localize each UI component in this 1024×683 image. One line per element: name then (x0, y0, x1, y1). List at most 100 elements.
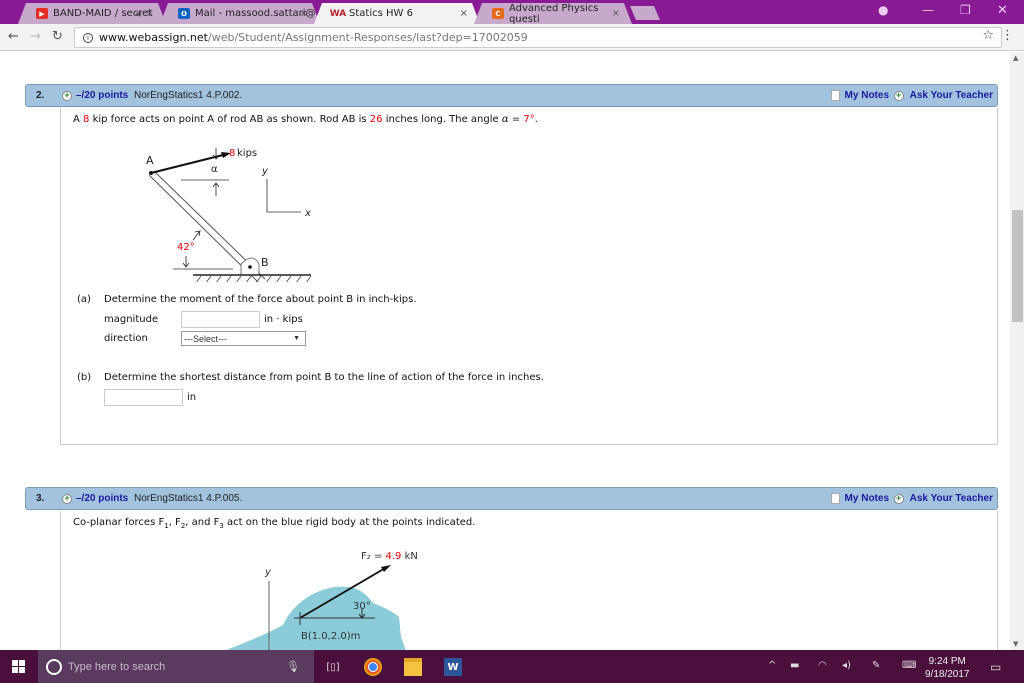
rigid-body-figure: y 30° B(1.0,2.0)m F₂ = 4.9 kN (226, 551, 418, 650)
battery-icon[interactable]: ▬ (790, 660, 799, 671)
forward-icon[interactable]: → (30, 29, 41, 44)
menu-icon[interactable]: ⋮ (1001, 28, 1014, 43)
scrollbar-thumb[interactable] (1012, 210, 1023, 322)
cortana-icon (46, 658, 62, 675)
scroll-down-icon[interactable]: ▼ (1013, 640, 1018, 648)
wifi-icon[interactable]: ◠ (818, 660, 827, 671)
tab-band-maid[interactable]: ▶ BAND-MAID / secret ◂) × (18, 3, 166, 24)
point-a-dot (149, 171, 153, 175)
angle-42-label: 42° (177, 242, 195, 253)
points-link[interactable]: –/20 points (76, 90, 128, 101)
profile-icon[interactable]: ● (878, 3, 888, 17)
force-unit: kips (237, 148, 257, 159)
magnitude-unit: in · kips (264, 314, 303, 325)
browser-toolbar: ← → ↻ i www.webassign.net/web/Student/As… (0, 24, 1024, 51)
clock-time: 9:24 PM (928, 656, 966, 667)
system-clock[interactable]: 9:24 PM 9/18/2017 (925, 655, 970, 681)
expand-plus-icon[interactable]: + (62, 493, 72, 504)
question-statement: A 8 kip force acts on point A of rod AB … (73, 114, 538, 125)
address-bar[interactable]: i www.webassign.net/web/Student/Assignme… (74, 27, 1002, 48)
direction-selected-value: ---Select--- (184, 333, 227, 344)
part-b-label: (b) (77, 372, 92, 383)
reload-icon[interactable]: ↻ (52, 29, 63, 44)
back-icon[interactable]: ← (8, 29, 19, 44)
part-a-text: Determine the moment of the force about … (104, 294, 417, 305)
my-notes-button[interactable]: My Notes (830, 90, 889, 101)
volume-icon[interactable]: ◂) (842, 660, 851, 671)
distance-unit: in (187, 392, 197, 403)
pen-icon[interactable]: ✎ (872, 660, 880, 671)
question-2-header: 2. + –/20 points NorEngStatics1 4.P.002.… (25, 84, 998, 107)
my-notes-label: My Notes (844, 90, 889, 101)
close-tab-icon[interactable]: × (460, 8, 468, 19)
ask-teacher-label: Ask Your Teacher (909, 493, 993, 504)
microphone-icon[interactable]: 🎙 (286, 660, 300, 673)
outlook-icon: O (178, 8, 190, 19)
keyboard-icon[interactable]: ⌨ (902, 660, 916, 671)
new-tab-button[interactable] (630, 6, 660, 20)
search-placeholder: Type here to search (68, 660, 166, 673)
x-axis-label: x (304, 208, 311, 219)
plus-icon: + (893, 493, 904, 504)
close-tab-icon[interactable]: × (146, 8, 154, 19)
action-center-icon[interactable]: ▭ (990, 660, 1001, 674)
ask-teacher-button[interactable]: + Ask Your Teacher (893, 493, 993, 504)
page-content: 2. + –/20 points NorEngStatics1 4.P.002.… (0, 52, 1010, 650)
chrome-icon[interactable] (364, 658, 382, 676)
tab-statics-hw[interactable]: WA Statics HW 6 × (314, 3, 480, 24)
scroll-up-icon[interactable]: ▲ (1013, 54, 1018, 62)
question-3-body: Co-planar forces F1, F2, and F3 act on t… (60, 511, 998, 650)
rod-ab-figure: A 8 kips α y x 42° B (146, 148, 312, 282)
webassign-icon: WA (329, 8, 347, 19)
close-tab-icon[interactable]: × (612, 8, 620, 19)
question-statement: Co-planar forces F1, F2, and F3 act on t… (73, 517, 476, 530)
tab-chegg[interactable]: C Advanced Physics questi × (474, 3, 632, 24)
windows-start-icon[interactable] (12, 660, 25, 673)
browser-titlebar: ▶ BAND-MAID / secret ◂) × O Mail - masso… (0, 0, 1024, 24)
bookmark-star-icon[interactable]: ☆ (982, 28, 994, 43)
my-notes-button[interactable]: My Notes (830, 493, 889, 504)
tab-title: Mail - massood.sattari@ (195, 8, 316, 19)
info-icon[interactable]: i (83, 32, 93, 43)
show-hidden-icons-chevron[interactable]: ^ (768, 660, 776, 671)
ask-teacher-label: Ask Your Teacher (909, 90, 993, 101)
url-path: /web/Student/Assignment-Responses/last?d… (208, 31, 528, 44)
distance-input[interactable] (104, 389, 183, 406)
angle-arrow-down (182, 256, 190, 268)
angle-arrow (192, 230, 201, 241)
speaker-icon[interactable]: ◂) (135, 9, 142, 18)
note-icon (830, 90, 840, 101)
magnitude-input[interactable] (181, 311, 260, 328)
ask-teacher-button[interactable]: + Ask Your Teacher (893, 90, 993, 101)
task-view-icon[interactable]: [▯] (324, 658, 342, 676)
windows-taskbar: Type here to search 🎙 [▯] W ^ ▬ ◠ ◂) ✎ ⌨… (0, 650, 1024, 683)
force-f2-arrowhead (381, 565, 391, 572)
direction-select[interactable]: ---Select--- ▼ (181, 331, 306, 346)
question-id: NorEngStatics1 4.P.005. (134, 493, 243, 504)
question-2-body: A 8 kip force acts on point A of rod AB … (60, 108, 998, 445)
tab-title: Statics HW 6 (349, 8, 413, 19)
part-b-text: Determine the shortest distance from poi… (104, 372, 544, 383)
tab-mail[interactable]: O Mail - massood.sattari@ × (160, 3, 320, 24)
word-icon[interactable]: W (444, 658, 462, 676)
question-number: 2. (36, 90, 45, 101)
chegg-icon: C (492, 8, 504, 19)
point-a-label: A (146, 154, 154, 167)
restore-icon[interactable]: ❐ (960, 3, 971, 17)
vertical-scrollbar[interactable]: ▲ ▼ (1010, 52, 1024, 650)
url-host: www.webassign.net (99, 31, 208, 44)
force-f2-label: F₂ = 4.9 kN (361, 551, 418, 562)
question-3-header: 3. + –/20 points NorEngStatics1 4.P.005.… (25, 487, 998, 510)
close-tab-icon[interactable]: × (300, 8, 308, 19)
close-window-icon[interactable]: ✕ (997, 3, 1008, 18)
minimize-icon[interactable]: — (922, 3, 934, 17)
youtube-icon: ▶ (36, 8, 48, 19)
expand-plus-icon[interactable]: + (62, 90, 72, 101)
file-explorer-icon[interactable] (404, 658, 422, 676)
alpha-arrow-up (212, 182, 220, 196)
taskbar-search-box[interactable]: Type here to search 🎙 (38, 650, 314, 683)
points-link[interactable]: –/20 points (76, 493, 128, 504)
magnitude-label: magnitude (104, 314, 159, 325)
alpha-label: α (211, 164, 218, 175)
force-value: 8 (229, 148, 235, 159)
